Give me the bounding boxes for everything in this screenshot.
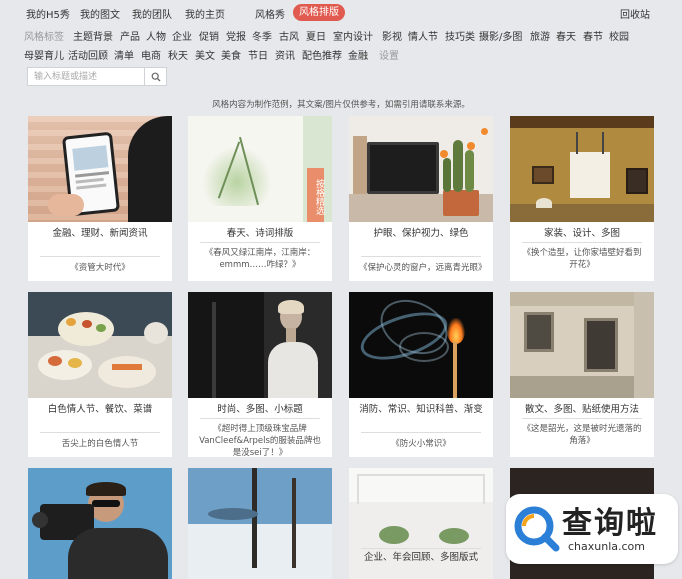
card-thumbnail xyxy=(349,292,493,398)
template-card[interactable]: 白色情人节、餐饮、菜谱 舌尖上的白色情人节 xyxy=(28,292,172,457)
nav-my-homepage[interactable]: 我的主页 xyxy=(185,6,225,21)
tag-item[interactable]: 摄影/多图 xyxy=(479,28,522,43)
tag-item[interactable]: 配色推荐 xyxy=(302,47,342,62)
tag-item[interactable]: 电商 xyxy=(141,47,161,62)
card-divider xyxy=(361,548,481,549)
card-title: 《超时得上顶级珠宝品牌VanCleef&Arpels的服装品牌也是没sei了！》 xyxy=(199,424,321,457)
card-tags: 时尚、多图、小标题 xyxy=(217,404,303,415)
tag-label: 风格标签 xyxy=(24,32,64,43)
search-icon xyxy=(151,72,160,81)
card-thumbnail xyxy=(188,292,332,398)
tag-item[interactable]: 促销 xyxy=(199,28,219,43)
nav-my-h5[interactable]: 我的H5秀 xyxy=(26,6,70,21)
card-tags: 金融、理财、新闻资讯 xyxy=(52,228,148,239)
template-card[interactable]: 散文、多图、贴纸使用方法 《这是韶光，这是被时光遗落的角落》 xyxy=(510,292,654,457)
tag-item[interactable]: 企业 xyxy=(172,28,192,43)
tag-item[interactable]: 春天 xyxy=(556,28,576,43)
card-divider xyxy=(200,418,320,419)
card-thumbnail xyxy=(28,116,172,222)
watermark-logo: 查询啦 chaxunla.com xyxy=(506,494,678,564)
card-thumbnail xyxy=(188,468,332,579)
nav-style-show[interactable]: 风格秀 xyxy=(255,6,285,21)
usage-notice: 风格内容为制作范例，其文案/图片仅供参考，如需引用请联系来源。 xyxy=(212,100,470,110)
card-title: 《保护心灵的窗户，远离青光眼》 xyxy=(359,263,487,273)
tag-item[interactable]: 美文 xyxy=(195,47,215,62)
template-card[interactable]: 消防、常识、知识科普、渐变 《防火小常识》 xyxy=(349,292,493,457)
tag-item[interactable]: 春节 xyxy=(583,28,603,43)
card-divider xyxy=(200,242,320,243)
tag-row-1: 风格标签 主题背景 产品 人物 企业 促销 党报 冬季 古风 夏日 室内设计 影… xyxy=(0,26,682,44)
tag-item[interactable]: 美食 xyxy=(221,47,241,62)
template-card[interactable] xyxy=(188,468,332,579)
template-card[interactable] xyxy=(28,468,172,579)
template-card[interactable]: 按格精选 春天、诗词排版 《春风又绿江南岸，江南岸：emmm……咋绿？》 xyxy=(188,116,332,281)
card-divider xyxy=(361,256,481,257)
nav-my-articles[interactable]: 我的图文 xyxy=(80,6,120,21)
card-thumbnail xyxy=(349,116,493,222)
card-tags: 企业、年会回顾、多图版式 xyxy=(363,552,478,563)
template-card[interactable]: 时尚、多图、小标题 《超时得上顶级珠宝品牌VanCleef&Arpels的服装品… xyxy=(188,292,332,457)
card-tags: 白色情人节、餐饮、菜谱 xyxy=(47,404,153,415)
top-nav: 我的H5秀 我的图文 我的团队 我的主页 风格秀 风格排版 回收站 xyxy=(0,0,682,26)
tag-item[interactable]: 秋天 xyxy=(168,47,188,62)
template-card[interactable]: 企业、年会回顾、多图版式 xyxy=(349,468,493,579)
card-tags: 护眼、保护视力、绿色 xyxy=(373,228,469,239)
watermark-brand-cn: 查询啦 xyxy=(562,506,658,541)
card-thumbnail xyxy=(28,468,172,579)
tag-item[interactable]: 冬季 xyxy=(252,28,272,43)
nav-recycle-bin[interactable]: 回收站 xyxy=(620,6,650,21)
card-title: 《春风又绿江南岸，江南岸：emmm……咋绿？》 xyxy=(204,248,316,270)
tag-item[interactable]: 技巧类 xyxy=(445,28,475,43)
tag-item[interactable]: 资讯 xyxy=(275,47,295,62)
card-thumbnail xyxy=(510,116,654,222)
tag-item[interactable]: 主题背景 xyxy=(73,28,113,43)
card-tags: 春天、诗词排版 xyxy=(226,228,294,239)
tag-item[interactable]: 活动回顾 xyxy=(68,47,108,62)
tag-item[interactable]: 室内设计 xyxy=(333,28,373,43)
tag-item[interactable]: 古风 xyxy=(279,28,299,43)
nav-my-team[interactable]: 我的团队 xyxy=(132,6,172,21)
search-input[interactable] xyxy=(28,68,146,85)
card-title: 《换个造型，让你家墙壁好看到开花》 xyxy=(522,248,642,270)
tag-item[interactable]: 夏日 xyxy=(306,28,326,43)
card-divider xyxy=(40,256,160,257)
tag-item[interactable]: 节日 xyxy=(248,47,268,62)
card-thumbnail: 按格精选 xyxy=(188,116,332,222)
tag-item[interactable]: 影视 xyxy=(382,28,402,43)
card-thumbnail xyxy=(510,292,654,398)
card-divider xyxy=(40,432,160,433)
card-thumbnail xyxy=(28,292,172,398)
card-tags: 消防、常识、知识科普、渐变 xyxy=(359,404,483,415)
watermark-brand-en: chaxunla.com xyxy=(568,540,645,553)
nav-style-layout-active[interactable]: 风格排版 xyxy=(293,4,345,21)
card-divider xyxy=(522,418,642,419)
tag-item[interactable]: 旅游 xyxy=(530,28,550,43)
tag-item[interactable]: 母婴育儿 xyxy=(24,47,64,62)
tag-item[interactable]: 产品 xyxy=(120,28,140,43)
tag-item[interactable]: 清单 xyxy=(114,47,134,62)
card-divider xyxy=(361,432,481,433)
card-tags: 散文、多图、贴纸使用方法 xyxy=(524,404,639,415)
tag-item[interactable]: 人物 xyxy=(146,28,166,43)
tag-item[interactable]: 校园 xyxy=(609,28,629,43)
settings-link[interactable]: 设置 xyxy=(379,47,399,62)
featured-badge: 按格精选 xyxy=(307,168,324,222)
card-title: 《防火小常识》 xyxy=(391,439,451,449)
card-title: 《资管大时代》 xyxy=(70,263,130,273)
template-card[interactable]: 家装、设计、多图 《换个造型，让你家墙壁好看到开花》 xyxy=(510,116,654,281)
tag-item[interactable]: 党报 xyxy=(226,28,246,43)
template-card[interactable]: 金融、理财、新闻资讯 《资管大时代》 xyxy=(28,116,172,281)
tag-row-2: 母婴育儿 活动回顾 清单 电商 秋天 美文 美食 节日 资讯 配色推荐 金融 设… xyxy=(0,45,682,63)
search-box xyxy=(27,67,167,86)
tag-item[interactable]: 情人节 xyxy=(408,28,438,43)
tag-item[interactable]: 金融 xyxy=(348,47,368,62)
card-divider xyxy=(522,242,642,243)
magnifier-logo-icon xyxy=(514,506,560,552)
card-tags: 家装、设计、多图 xyxy=(543,228,620,239)
card-title: 舌尖上的白色情人节 xyxy=(61,439,139,449)
card-title: 《这是韶光，这是被时光遗落的角落》 xyxy=(522,424,642,446)
search-button[interactable] xyxy=(144,68,166,85)
template-card[interactable]: 护眼、保护视力、绿色 《保护心灵的窗户，远离青光眼》 xyxy=(349,116,493,281)
